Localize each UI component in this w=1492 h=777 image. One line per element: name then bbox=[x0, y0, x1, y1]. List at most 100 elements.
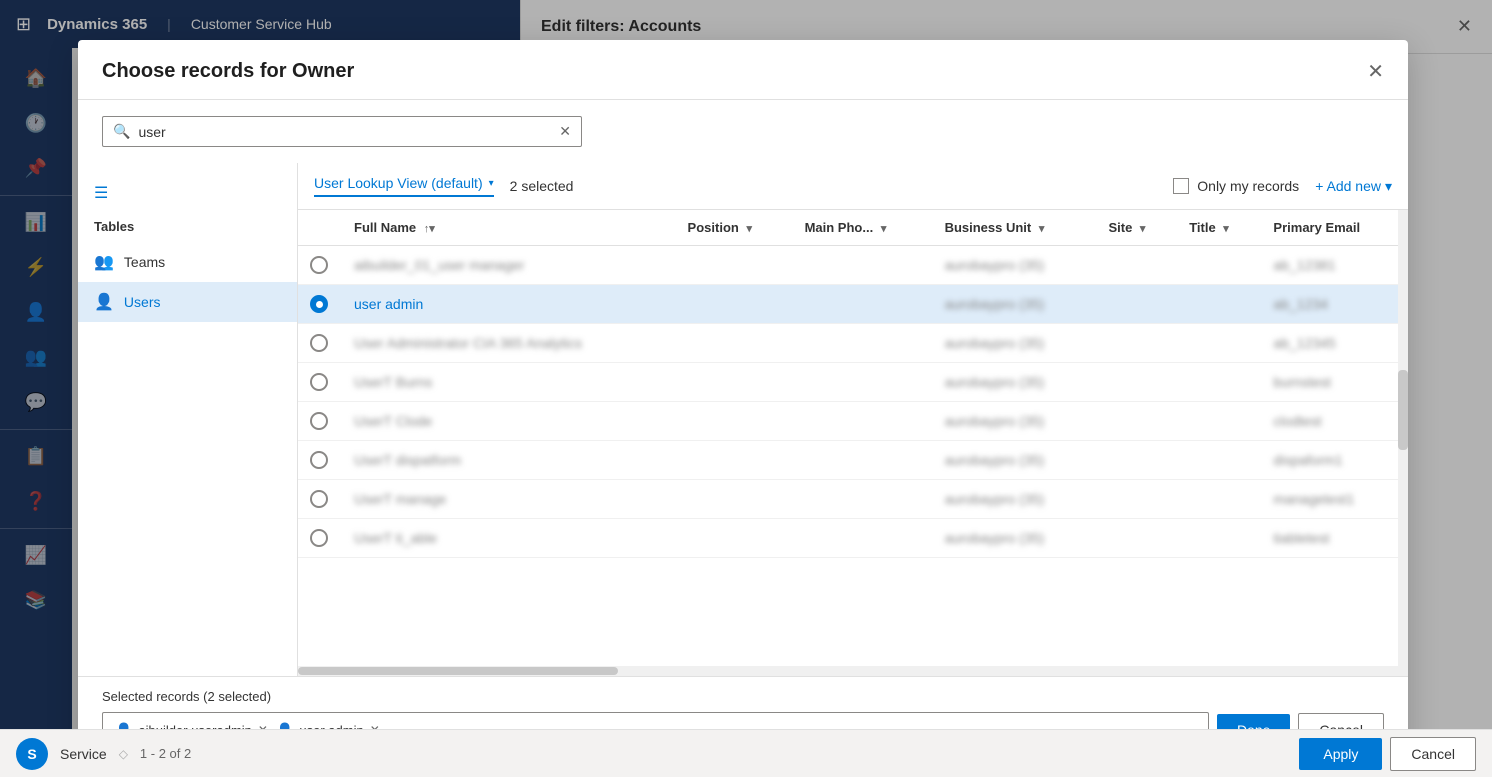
row-title bbox=[1177, 480, 1261, 519]
row-position bbox=[676, 480, 793, 519]
row-radio-cell[interactable] bbox=[298, 441, 342, 480]
modal-body: ☰ Tables 👥 Teams 👤 Users User Lookup Vie… bbox=[78, 163, 1408, 676]
row-site bbox=[1096, 402, 1177, 441]
row-name-link[interactable]: user admin bbox=[354, 296, 423, 312]
search-clear-icon[interactable]: ✕ bbox=[559, 123, 571, 140]
row-position bbox=[676, 285, 793, 324]
table-header-row: Full Name ↑▾ Position ▾ Main Pho... ▾ Bu… bbox=[298, 210, 1408, 246]
search-icon: 🔍 bbox=[113, 123, 130, 140]
sidebar-item-users[interactable]: 👤 Users bbox=[78, 282, 297, 322]
table-row[interactable]: UserT Burns aurobaypro (35) burnstest bbox=[298, 363, 1408, 402]
row-radio-button[interactable] bbox=[310, 529, 328, 547]
row-position bbox=[676, 363, 793, 402]
row-position bbox=[676, 246, 793, 285]
row-position bbox=[676, 324, 793, 363]
table-row[interactable]: UserT manage aurobaypro (35) managetest1 bbox=[298, 480, 1408, 519]
row-radio-cell[interactable] bbox=[298, 324, 342, 363]
horizontal-scrollbar-track[interactable] bbox=[298, 666, 1408, 676]
sort-icon-bu: ▾ bbox=[1039, 223, 1045, 235]
row-phone bbox=[793, 324, 933, 363]
add-new-arrow-icon: ▾ bbox=[1385, 178, 1392, 195]
modal-close-icon[interactable]: ✕ bbox=[1367, 62, 1384, 82]
row-site bbox=[1096, 519, 1177, 558]
page-info-label: 1 - 2 of 2 bbox=[140, 746, 191, 761]
search-box: 🔍 ✕ bbox=[102, 116, 582, 147]
row-phone bbox=[793, 402, 933, 441]
bottom-bar-right: Apply Cancel bbox=[1299, 737, 1476, 771]
view-dropdown-label: User Lookup View (default) bbox=[314, 175, 483, 191]
table-row[interactable]: User Administrator CIA 365 Analytics aur… bbox=[298, 324, 1408, 363]
table-row[interactable]: UserT Clode aurobaypro (35) clodtest bbox=[298, 402, 1408, 441]
selected-count-label: 2 selected bbox=[510, 178, 574, 194]
add-new-label: + Add new bbox=[1315, 178, 1381, 194]
row-radio-cell[interactable] bbox=[298, 519, 342, 558]
add-new-button[interactable]: + Add new ▾ bbox=[1315, 178, 1392, 195]
bottom-bar-service-label: Service bbox=[60, 746, 107, 762]
row-title bbox=[1177, 441, 1261, 480]
hamburger-icon[interactable]: ☰ bbox=[78, 175, 297, 211]
col-title[interactable]: Title ▾ bbox=[1177, 210, 1261, 246]
row-radio-cell[interactable] bbox=[298, 480, 342, 519]
apply-button[interactable]: Apply bbox=[1299, 738, 1382, 770]
col-site[interactable]: Site ▾ bbox=[1096, 210, 1177, 246]
sidebar-item-teams[interactable]: 👥 Teams bbox=[78, 242, 297, 282]
row-full-name: User Administrator CIA 365 Analytics bbox=[342, 324, 676, 363]
table-row[interactable]: UserT dispatform aurobaypro (35) dispafo… bbox=[298, 441, 1408, 480]
row-radio-cell[interactable] bbox=[298, 285, 342, 324]
only-my-records-checkbox[interactable] bbox=[1173, 178, 1189, 194]
table-row[interactable]: UserT ti_able aurobaypro (35) tiabletest bbox=[298, 519, 1408, 558]
row-email: burnstest bbox=[1261, 363, 1408, 402]
row-radio-button[interactable] bbox=[310, 373, 328, 391]
teams-icon: 👥 bbox=[94, 252, 114, 272]
row-radio-button[interactable] bbox=[310, 490, 328, 508]
row-title bbox=[1177, 519, 1261, 558]
col-main-phone[interactable]: Main Pho... ▾ bbox=[793, 210, 933, 246]
sort-icon-title: ▾ bbox=[1223, 223, 1229, 235]
selected-records-label: Selected records (2 selected) bbox=[102, 689, 1384, 704]
search-input[interactable] bbox=[138, 124, 559, 140]
row-business-unit: aurobaypro (35) bbox=[933, 324, 1097, 363]
col-primary-email[interactable]: Primary Email bbox=[1261, 210, 1408, 246]
row-site bbox=[1096, 441, 1177, 480]
modal-search-area: 🔍 ✕ bbox=[78, 100, 1408, 163]
bottom-cancel-button[interactable]: Cancel bbox=[1390, 737, 1476, 771]
vertical-scrollbar-thumb[interactable] bbox=[1398, 370, 1408, 450]
bottom-bar: S Service ◇ 1 - 2 of 2 Apply Cancel bbox=[0, 729, 1492, 777]
row-position bbox=[676, 519, 793, 558]
row-radio-button[interactable] bbox=[310, 256, 328, 274]
row-site bbox=[1096, 363, 1177, 402]
row-radio-button[interactable] bbox=[310, 451, 328, 469]
row-business-unit: aurobaypro (35) bbox=[933, 363, 1097, 402]
row-site bbox=[1096, 246, 1177, 285]
view-header-right: Only my records + Add new ▾ bbox=[1173, 178, 1392, 195]
row-radio-cell[interactable] bbox=[298, 402, 342, 441]
col-position[interactable]: Position ▾ bbox=[676, 210, 793, 246]
sort-icon-position: ▾ bbox=[746, 223, 752, 235]
row-phone bbox=[793, 519, 933, 558]
row-radio-button[interactable] bbox=[310, 412, 328, 430]
row-radio-cell[interactable] bbox=[298, 246, 342, 285]
row-radio-button[interactable] bbox=[310, 295, 328, 313]
row-title bbox=[1177, 402, 1261, 441]
row-email: dispaform1 bbox=[1261, 441, 1408, 480]
view-header: User Lookup View (default) ▾ 2 selected … bbox=[298, 163, 1408, 210]
row-email: tiabletest bbox=[1261, 519, 1408, 558]
vertical-scrollbar-track[interactable] bbox=[1398, 210, 1408, 666]
sort-icon-site: ▾ bbox=[1140, 223, 1146, 235]
col-full-name[interactable]: Full Name ↑▾ bbox=[342, 210, 676, 246]
table-row[interactable]: aibuilder_01_user manager aurobaypro (35… bbox=[298, 246, 1408, 285]
row-title bbox=[1177, 246, 1261, 285]
only-my-records-toggle[interactable]: Only my records bbox=[1173, 178, 1299, 194]
col-select bbox=[298, 210, 342, 246]
horizontal-scrollbar-thumb[interactable] bbox=[298, 667, 618, 675]
data-table: Full Name ↑▾ Position ▾ Main Pho... ▾ Bu… bbox=[298, 210, 1408, 666]
row-business-unit: aurobaypro (35) bbox=[933, 285, 1097, 324]
view-dropdown[interactable]: User Lookup View (default) ▾ bbox=[314, 175, 494, 197]
table-row[interactable]: user admin aurobaypro (35) ab_1234 bbox=[298, 285, 1408, 324]
row-full-name: UserT ti_able bbox=[342, 519, 676, 558]
row-radio-button[interactable] bbox=[310, 334, 328, 352]
right-panel: User Lookup View (default) ▾ 2 selected … bbox=[298, 163, 1408, 676]
row-radio-cell[interactable] bbox=[298, 363, 342, 402]
users-label: Users bbox=[124, 294, 161, 310]
col-business-unit[interactable]: Business Unit ▾ bbox=[933, 210, 1097, 246]
